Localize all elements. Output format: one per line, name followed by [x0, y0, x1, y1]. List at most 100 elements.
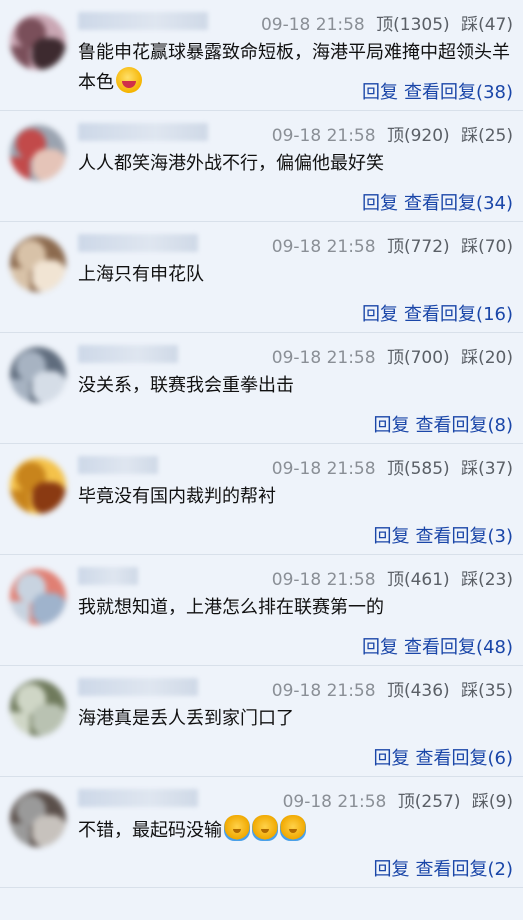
view-replies-label: 查看回复 — [404, 193, 477, 214]
comment-actions: 回复 查看回复(34) — [362, 189, 513, 215]
downvote-count: (25) — [478, 126, 513, 146]
comment-actions: 回复 查看回复(16) — [362, 300, 513, 326]
downvote-count: (20) — [478, 348, 513, 368]
comment-time: 09-18 21:58 — [271, 237, 376, 257]
downvote-button[interactable]: 踩(35) — [461, 681, 513, 701]
comment-item: 09-18 21:58 顶(585) 踩(37) 毕竟没有国内裁判的帮衬 回复查… — [0, 444, 523, 555]
view-replies-link[interactable]: 查看回复(2) — [416, 859, 514, 880]
comment-list: 09-18 21:58 顶(1305) 踩(47) 鲁能申花赢球暴露致命短板，海… — [0, 0, 523, 920]
comment-meta: 09-18 21:58 顶(461) 踩(23) — [272, 565, 513, 590]
view-replies-link[interactable]: 查看回复(6) — [416, 748, 514, 769]
comment-actions: 回复 查看回复(8) — [374, 411, 514, 437]
comment-meta: 09-18 21:58 顶(1305) 踩(47) — [261, 10, 513, 35]
upvote-label: 顶 — [386, 348, 404, 368]
upvote-button[interactable]: 顶(772) — [387, 237, 450, 257]
downvote-label: 踩 — [461, 15, 479, 35]
downvote-button[interactable]: 踩(9) — [472, 792, 513, 812]
comment-actions: 回复 查看回复(3) — [374, 522, 514, 548]
username-blurred[interactable] — [78, 234, 198, 252]
avatar[interactable] — [10, 791, 66, 847]
avatar[interactable] — [10, 458, 66, 514]
emoji-group — [114, 67, 142, 93]
downvote-button[interactable]: 踩(37) — [461, 459, 513, 479]
comment-text: 毕竟没有国内裁判的帮衬 — [78, 482, 511, 511]
comment-text: 人人都笑海港外战不行，偏偏他最好笑 — [78, 149, 511, 178]
upvote-label: 顶 — [386, 237, 404, 257]
username-blurred[interactable] — [78, 456, 158, 474]
view-replies-link[interactable]: 查看回复(16) — [404, 304, 513, 325]
comment-meta: 09-18 21:58 顶(257) 踩(9) — [283, 787, 513, 812]
downvote-count: (23) — [478, 570, 513, 590]
view-replies-link[interactable]: 查看回复(8) — [416, 415, 514, 436]
reply-count: (3) — [487, 526, 514, 547]
upvote-button[interactable]: 顶(1305) — [376, 15, 450, 35]
reply-count: (34) — [476, 193, 513, 214]
reply-link[interactable]: 回复 — [362, 637, 398, 658]
view-replies-label: 查看回复 — [404, 82, 477, 103]
upvote-count: (257) — [414, 792, 461, 812]
reply-count: (48) — [476, 637, 513, 658]
upvote-count: (920) — [403, 126, 450, 146]
view-replies-link[interactable]: 查看回复(34) — [404, 193, 513, 214]
upvote-label: 顶 — [386, 459, 404, 479]
upvote-label: 顶 — [397, 792, 415, 812]
view-replies-label: 查看回复 — [404, 304, 477, 325]
comment-time: 09-18 21:58 — [260, 15, 365, 35]
downvote-button[interactable]: 踩(70) — [461, 237, 513, 257]
username-blurred[interactable] — [78, 12, 208, 30]
comment-time: 09-18 21:58 — [271, 570, 376, 590]
view-replies-link[interactable]: 查看回复(38) — [404, 82, 513, 103]
upvote-button[interactable]: 顶(257) — [398, 792, 461, 812]
avatar[interactable] — [10, 680, 66, 736]
comment-time: 09-18 21:58 — [282, 792, 387, 812]
happy-face-icon — [116, 67, 142, 93]
comment-text: 没关系，联赛我会重拳出击 — [78, 371, 511, 400]
avatar[interactable] — [10, 125, 66, 181]
reply-count: (8) — [487, 415, 514, 436]
comment-actions: 回复 查看回复(6) — [374, 744, 514, 770]
downvote-label: 踩 — [461, 348, 479, 368]
reply-link[interactable]: 回复 — [374, 748, 410, 769]
reply-link[interactable]: 回复 — [374, 415, 410, 436]
avatar[interactable] — [10, 569, 66, 625]
upvote-button[interactable]: 顶(436) — [387, 681, 450, 701]
upvote-button[interactable]: 顶(920) — [387, 126, 450, 146]
comment-body: 没关系，联赛我会重拳出击 — [78, 375, 294, 396]
upvote-button[interactable]: 顶(461) — [387, 570, 450, 590]
downvote-button[interactable]: 踩(23) — [461, 570, 513, 590]
view-replies-link[interactable]: 查看回复(48) — [404, 637, 513, 658]
comment-item: 09-18 21:58 顶(436) 踩(35) 海港真是丢人丢到家门口了 回复… — [0, 666, 523, 777]
comment-body: 海港真是丢人丢到家门口了 — [78, 708, 294, 729]
upvote-button[interactable]: 顶(700) — [387, 348, 450, 368]
avatar[interactable] — [10, 14, 66, 70]
comment-text: 不错，最起码没输 — [78, 815, 511, 845]
avatar[interactable] — [10, 347, 66, 403]
downvote-button[interactable]: 踩(20) — [461, 348, 513, 368]
emoji-group — [222, 815, 306, 841]
username-blurred[interactable] — [78, 678, 198, 696]
reply-link[interactable]: 回复 — [362, 82, 398, 103]
comment-body: 不错，最起码没输 — [78, 820, 222, 841]
username-blurred[interactable] — [78, 123, 208, 141]
view-replies-link[interactable]: 查看回复(3) — [416, 526, 514, 547]
view-replies-label: 查看回复 — [404, 637, 477, 658]
comment-item: 09-18 21:58 顶(461) 踩(23) 我就想知道，上港怎么排在联赛第… — [0, 555, 523, 666]
comment-meta: 09-18 21:58 顶(436) 踩(35) — [272, 676, 513, 701]
downvote-count: (47) — [478, 15, 513, 35]
downvote-button[interactable]: 踩(25) — [461, 126, 513, 146]
reply-link[interactable]: 回复 — [362, 304, 398, 325]
username-blurred[interactable] — [78, 567, 138, 585]
view-replies-label: 查看回复 — [415, 415, 488, 436]
comment-body: 毕竟没有国内裁判的帮衬 — [78, 486, 276, 507]
upvote-button[interactable]: 顶(585) — [387, 459, 450, 479]
comment-meta: 09-18 21:58 顶(585) 踩(37) — [272, 454, 513, 479]
comment-text: 上海只有申花队 — [78, 260, 511, 289]
reply-link[interactable]: 回复 — [362, 193, 398, 214]
avatar[interactable] — [10, 236, 66, 292]
username-blurred[interactable] — [78, 789, 198, 807]
username-blurred[interactable] — [78, 345, 178, 363]
reply-link[interactable]: 回复 — [374, 859, 410, 880]
comment-item: 09-18 21:58 顶(772) 踩(70) 上海只有申花队 回复 查看回复(… — [0, 222, 523, 333]
reply-link[interactable]: 回复 — [374, 526, 410, 547]
downvote-button[interactable]: 踩(47) — [461, 15, 513, 35]
